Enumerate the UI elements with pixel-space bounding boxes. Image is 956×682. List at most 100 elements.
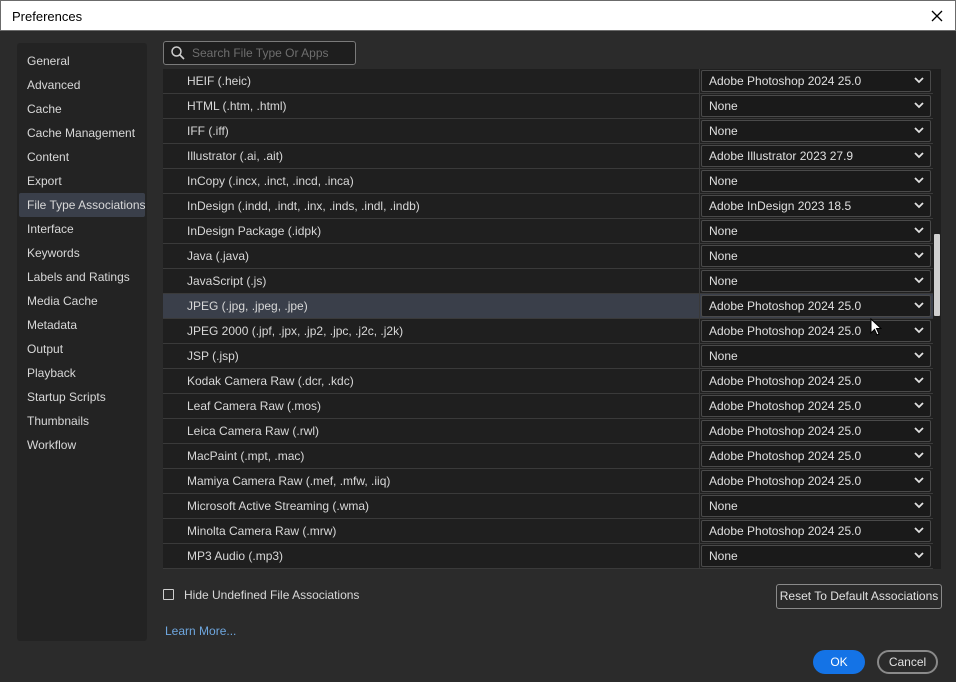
application-dropdown[interactable]: None — [701, 270, 931, 292]
chevron-down-icon — [914, 377, 924, 384]
file-type-label: IFF (.iff) — [187, 124, 229, 138]
column-divider — [699, 94, 700, 118]
chevron-down-icon — [914, 227, 924, 234]
sidebar-item-startup-scripts[interactable]: Startup Scripts — [19, 385, 145, 409]
application-dropdown[interactable]: None — [701, 95, 931, 117]
sidebar-item-media-cache[interactable]: Media Cache — [19, 289, 145, 313]
search-input[interactable] — [192, 44, 350, 62]
close-button[interactable] — [919, 1, 955, 31]
table-row[interactable]: HTML (.htm, .html) None — [163, 94, 933, 119]
application-dropdown[interactable]: Adobe Photoshop 2024 25.0 — [701, 320, 931, 342]
sidebar-item-advanced[interactable]: Advanced — [19, 73, 145, 97]
ok-button[interactable]: OK — [813, 650, 865, 674]
table-row[interactable]: InDesign Package (.idpk) None — [163, 219, 933, 244]
application-value: None — [709, 499, 738, 513]
sidebar-item-output[interactable]: Output — [19, 337, 145, 361]
chevron-down-icon — [914, 477, 924, 484]
table-row[interactable]: HEIF (.heic) Adobe Photoshop 2024 25.0 — [163, 69, 933, 94]
application-dropdown[interactable]: Adobe Photoshop 2024 25.0 — [701, 70, 931, 92]
application-dropdown[interactable]: Adobe InDesign 2023 18.5 — [701, 195, 931, 217]
application-dropdown[interactable]: None — [701, 220, 931, 242]
sidebar-item-file-type-associations[interactable]: File Type Associations — [19, 193, 146, 217]
search-box[interactable] — [163, 41, 356, 65]
chevron-down-icon — [914, 527, 924, 534]
file-type-label: InDesign Package (.idpk) — [187, 224, 322, 238]
application-value: Adobe Photoshop 2024 25.0 — [709, 449, 862, 463]
hide-undefined-checkbox[interactable] — [163, 589, 174, 600]
application-dropdown[interactable]: None — [701, 170, 931, 192]
application-dropdown[interactable]: None — [701, 345, 931, 367]
application-dropdown[interactable]: None — [701, 545, 931, 567]
table-row[interactable]: JPEG 2000 (.jpf, .jpx, .jp2, .jpc, .j2c,… — [163, 319, 933, 344]
table-row[interactable]: JavaScript (.js) None — [163, 269, 933, 294]
sidebar-item-export[interactable]: Export — [19, 169, 145, 193]
sidebar-item-thumbnails[interactable]: Thumbnails — [19, 409, 145, 433]
application-dropdown[interactable]: None — [701, 245, 931, 267]
application-value: Adobe Photoshop 2024 25.0 — [709, 474, 862, 488]
table-row[interactable]: IFF (.iff) None — [163, 119, 933, 144]
column-divider — [699, 119, 700, 143]
column-divider — [699, 344, 700, 368]
sidebar-item-general[interactable]: General — [19, 49, 145, 73]
chevron-down-icon — [914, 452, 924, 459]
table-row[interactable]: Java (.java) None — [163, 244, 933, 269]
file-type-label: Microsoft Active Streaming (.wma) — [187, 499, 370, 513]
sidebar-item-keywords[interactable]: Keywords — [19, 241, 145, 265]
table-row[interactable]: MacPaint (.mpt, .mac) Adobe Photoshop 202… — [163, 444, 933, 469]
table-row[interactable]: Leica Camera Raw (.rwl) Adobe Photoshop 2… — [163, 419, 933, 444]
learn-more-link[interactable]: Learn More... — [165, 624, 236, 638]
application-value: None — [709, 249, 738, 263]
application-dropdown[interactable]: Adobe Photoshop 2024 25.0 — [701, 520, 931, 542]
application-dropdown[interactable]: None — [701, 495, 931, 517]
application-value: None — [709, 124, 738, 138]
chevron-down-icon — [914, 277, 924, 284]
scrollbar-thumb[interactable] — [934, 234, 940, 316]
table-row[interactable]: Minolta Camera Raw (.mrw) Adobe Photoshop… — [163, 519, 933, 544]
application-dropdown[interactable]: Adobe Photoshop 2024 25.0 — [701, 295, 931, 317]
application-value: None — [709, 549, 738, 563]
application-value: Adobe Photoshop 2024 25.0 — [709, 524, 862, 538]
column-divider — [699, 419, 700, 443]
file-type-label: MacPaint (.mpt, .mac) — [187, 449, 305, 463]
sidebar-item-cache[interactable]: Cache — [19, 97, 145, 121]
application-value: None — [709, 274, 738, 288]
sidebar-item-interface[interactable]: Interface — [19, 217, 145, 241]
chevron-down-icon — [914, 502, 924, 509]
table-row[interactable]: MP3 Audio (.mp3) None — [163, 544, 933, 569]
application-dropdown[interactable]: Adobe Illustrator 2023 27.9 — [701, 145, 931, 167]
application-dropdown[interactable]: Adobe Photoshop 2024 25.0 — [701, 420, 931, 442]
application-dropdown[interactable]: Adobe Photoshop 2024 25.0 — [701, 470, 931, 492]
file-type-label: InCopy (.incx, .inct, .incd, .inca) — [187, 174, 354, 188]
application-dropdown[interactable]: Adobe Photoshop 2024 25.0 — [701, 445, 931, 467]
sidebar-item-labels-and-ratings[interactable]: Labels and Ratings — [19, 265, 145, 289]
file-type-label: Illustrator (.ai, .ait) — [187, 149, 284, 163]
sidebar-item-playback[interactable]: Playback — [19, 361, 145, 385]
table-row[interactable]: JPEG (.jpg, .jpeg, .jpe) Adobe Photoshop … — [163, 294, 933, 319]
cancel-button[interactable]: Cancel — [877, 650, 938, 674]
application-dropdown[interactable]: None — [701, 120, 931, 142]
column-divider — [699, 169, 700, 193]
table-scrollbar[interactable] — [933, 69, 941, 569]
application-value: Adobe Illustrator 2023 27.9 — [709, 149, 854, 163]
chevron-down-icon — [914, 177, 924, 184]
reset-associations-button[interactable]: Reset To Default Associations — [776, 584, 942, 609]
application-dropdown[interactable]: Adobe Photoshop 2024 25.0 — [701, 395, 931, 417]
table-row[interactable]: Illustrator (.ai, .ait) Adobe Illustrator… — [163, 144, 933, 169]
application-dropdown[interactable]: Adobe Photoshop 2024 25.0 — [701, 370, 931, 392]
file-type-label: JSP (.jsp) — [187, 349, 239, 363]
sidebar-item-cache-management[interactable]: Cache Management — [19, 121, 145, 145]
application-value: None — [709, 174, 738, 188]
table-row[interactable]: InDesign (.indd, .indt, .inx, .inds, .in… — [163, 194, 933, 219]
table-row[interactable]: InCopy (.incx, .inct, .incd, .inca) None — [163, 169, 933, 194]
sidebar-item-metadata[interactable]: Metadata — [19, 313, 145, 337]
sidebar-item-workflow[interactable]: Workflow — [19, 433, 145, 457]
table-row[interactable]: Kodak Camera Raw (.dcr, .kdc) Adobe Photo… — [163, 369, 933, 394]
table-row[interactable]: Mamiya Camera Raw (.mef, .mfw, .iiq) Adob… — [163, 469, 933, 494]
column-divider — [699, 544, 700, 568]
file-type-label: Kodak Camera Raw (.dcr, .kdc) — [187, 374, 354, 388]
table-row[interactable]: Leaf Camera Raw (.mos) Adobe Photoshop 20… — [163, 394, 933, 419]
table-row[interactable]: Microsoft Active Streaming (.wma) None — [163, 494, 933, 519]
table-row[interactable]: JSP (.jsp) None — [163, 344, 933, 369]
chevron-down-icon — [914, 102, 924, 109]
sidebar-item-content[interactable]: Content — [19, 145, 145, 169]
